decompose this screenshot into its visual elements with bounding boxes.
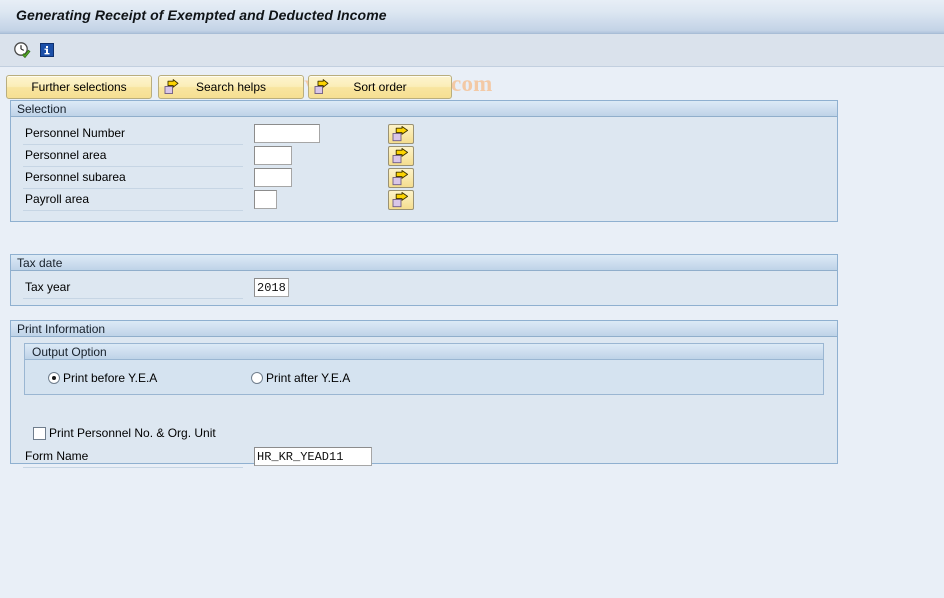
form-name-label: Form Name (25, 449, 89, 463)
form-name-input[interactable] (254, 447, 372, 466)
field-row-form-name: Form Name (23, 446, 243, 468)
tax-year-input[interactable] (254, 278, 289, 297)
search-helps-button[interactable]: Search helps (158, 75, 304, 99)
further-selections-button[interactable]: Further selections (6, 75, 152, 99)
checkbox-unchecked-icon (33, 426, 46, 440)
radio-print-before-yea[interactable]: Print before Y.E.A (48, 370, 157, 386)
sort-order-button[interactable]: Sort order (308, 75, 452, 99)
personnel-number-matchcode-button[interactable] (388, 124, 414, 144)
output-option-header-label: Output Option (32, 345, 107, 359)
sort-order-label: Sort order (353, 80, 407, 94)
payroll-area-input[interactable] (254, 190, 277, 209)
personnel-subarea-matchcode-button[interactable] (388, 168, 414, 188)
radio-print-after-yea-label: Print after Y.E.A (266, 371, 351, 385)
tax-date-header-label: Tax date (17, 256, 63, 270)
personnel-area-label: Personnel area (25, 148, 107, 162)
personnel-area-matchcode-button[interactable] (388, 146, 414, 166)
personnel-number-label: Personnel Number (25, 126, 126, 140)
checkbox-print-personnel-org-unit-label: Print Personnel No. & Org. Unit (49, 426, 216, 440)
tax-date-panel-header: Tax date (11, 255, 837, 271)
page-title: Generating Receipt of Exempted and Deduc… (16, 7, 387, 23)
print-information-header-label: Print Information (17, 322, 106, 336)
further-selections-label: Further selections (31, 80, 127, 94)
checkbox-print-personnel-org-unit[interactable]: Print Personnel No. & Org. Unit (33, 425, 216, 441)
tax-year-label: Tax year (25, 280, 71, 294)
field-row-personnel-subarea: Personnel subarea (23, 167, 243, 189)
print-information-panel: Print Information Output Option Print be… (10, 320, 838, 468)
multiple-selection-arrow-icon (392, 148, 409, 164)
execute-clock-check-icon[interactable] (13, 41, 31, 59)
multiple-selection-arrow-icon (392, 192, 409, 208)
application-toolbar: © www.tutorialkart.com (0, 34, 944, 96)
output-option-panel: Output Option Print before Y.E.A Print a… (24, 343, 824, 395)
radio-print-after-yea[interactable]: Print after Y.E.A (251, 370, 350, 386)
payroll-area-matchcode-button[interactable] (388, 190, 414, 210)
radio-print-before-yea-label: Print before Y.E.A (63, 371, 158, 385)
multiple-selection-arrow-icon (392, 170, 409, 186)
window-title-bar: Generating Receipt of Exempted and Deduc… (0, 0, 944, 34)
field-row-personnel-area: Personnel area (23, 145, 243, 167)
personnel-subarea-input[interactable] (254, 168, 292, 187)
output-option-panel-header: Output Option (25, 344, 823, 360)
selection-header-label: Selection (17, 102, 67, 116)
tax-date-panel: Tax date Tax year (10, 254, 838, 306)
selection-panel: Selection Personnel Number Personnel are… (10, 100, 838, 222)
radio-selected-icon (48, 372, 60, 384)
field-row-personnel-number: Personnel Number (23, 123, 243, 145)
multiple-selection-arrow-icon (392, 126, 409, 142)
forward-arrow-icon (314, 79, 330, 95)
forward-arrow-icon (164, 79, 180, 95)
print-information-panel-header: Print Information (11, 321, 837, 337)
field-row-tax-year: Tax year (23, 277, 243, 299)
information-icon[interactable] (38, 41, 56, 59)
payroll-area-label: Payroll area (25, 192, 90, 206)
personnel-number-input[interactable] (254, 124, 320, 143)
personnel-area-input[interactable] (254, 146, 292, 165)
search-helps-label: Search helps (195, 80, 267, 94)
field-row-payroll-area: Payroll area (23, 189, 243, 211)
radio-unselected-icon (251, 372, 263, 384)
personnel-subarea-label: Personnel subarea (25, 170, 126, 184)
selection-panel-header: Selection (11, 101, 837, 117)
